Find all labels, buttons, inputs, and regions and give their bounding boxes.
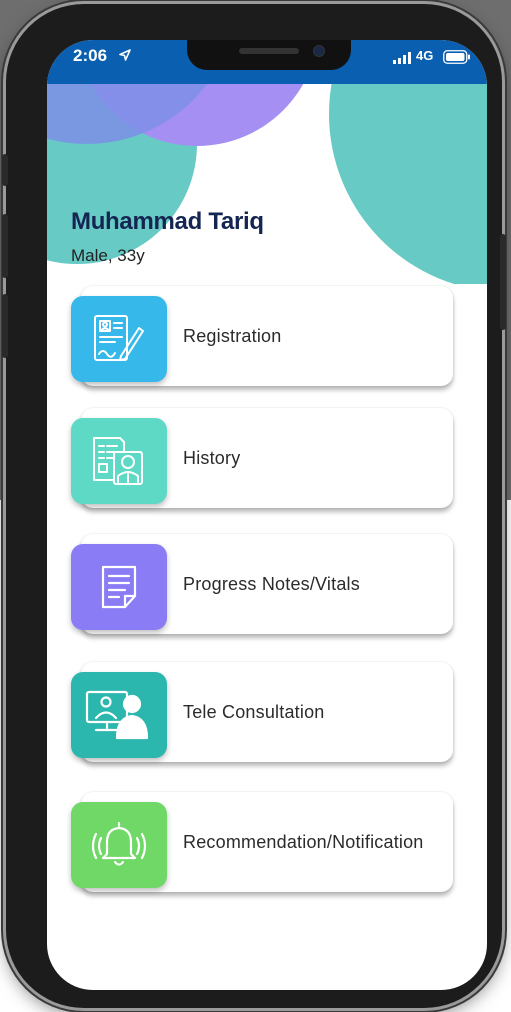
battery-icon [443,50,470,64]
history-tile [71,418,167,504]
recommendation-tile [71,802,167,888]
front-camera [313,45,325,57]
menu-item-registration[interactable]: Registration [71,286,455,390]
tele-consultation-tile [71,672,167,758]
menu-item-label: Tele Consultation [183,702,325,722]
power-button [500,234,506,330]
volume-up-button [2,214,8,278]
location-arrow-icon [119,49,131,61]
menu-item-label: Progress Notes/Vitals [183,574,360,594]
menu-item-label: Registration [183,326,282,346]
menu-item-label: Recommendation/Notification [183,832,424,852]
video-consultation-icon [85,690,149,740]
registration-form-icon [94,315,144,361]
bell-icon [91,821,147,866]
speaker-grille [239,48,299,54]
menu-item-history[interactable]: History [71,408,455,512]
network-type: 4G [416,48,434,63]
progress-notes-tile [71,544,167,630]
patient-gender-age: Male, 33y [71,246,145,265]
notes-icon [101,565,137,609]
patient-history-icon [93,437,143,485]
phone-frame: 2:06 4G Muhammad Tariq Male, 33y Registr… [2,4,506,1008]
menu-item-recommendation[interactable]: Recommendation/Notification [71,792,455,896]
cellular-signal-icon [393,52,411,64]
menu-item-tele-consultation[interactable]: Tele Consultation [71,662,455,766]
status-time: 2:06 [73,46,108,65]
registration-tile [71,296,167,382]
menu-item-progress-notes[interactable]: Progress Notes/Vitals [71,534,455,638]
patient-name: Muhammad Tariq [71,208,264,235]
camera-notch [187,40,351,70]
menu-item-label: History [183,448,241,468]
volume-down-button [2,294,8,358]
status-bar: 2:06 4G [47,40,487,84]
mute-switch [2,154,8,186]
phone-screen: 2:06 4G Muhammad Tariq Male, 33y Registr… [47,40,487,990]
